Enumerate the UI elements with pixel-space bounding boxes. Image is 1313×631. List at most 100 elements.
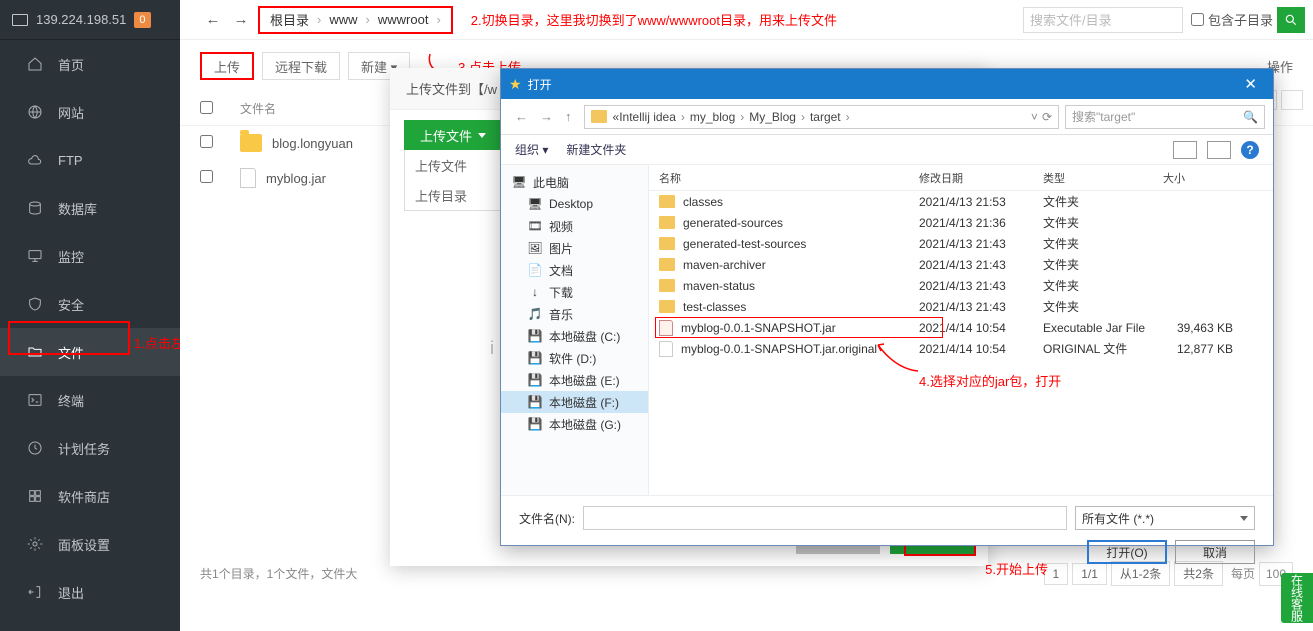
filter-select[interactable]: 所有文件 (*.*) (1075, 506, 1255, 530)
sidebar-item-db[interactable]: 数据库 (0, 184, 180, 232)
sidebar-item-gear[interactable]: 面板设置 (0, 520, 180, 568)
breadcrumb[interactable]: 根目录›www›wwwroot› (258, 6, 453, 34)
filename-input[interactable] (583, 506, 1067, 530)
row-name: maven-archiver (683, 258, 766, 272)
file-open-dialog: ★ 打开 ✕ ← → ↑ « Intellij idea›my_blog›My_… (500, 68, 1274, 546)
preview-icon[interactable] (1207, 141, 1231, 159)
upload-type-select[interactable]: 上传文件 (404, 120, 502, 150)
path-seg[interactable]: target (810, 110, 841, 124)
notify-badge[interactable]: 0 (134, 12, 150, 28)
annotation-2: 2.切换目录，这里我切换到了www/wwwroot目录，用来上传文件 (471, 10, 837, 29)
path-bar[interactable]: « Intellij idea›my_blog›My_Blog›target› … (584, 105, 1060, 129)
include-subdir-checkbox[interactable]: 包含子目录 (1191, 10, 1273, 29)
path-seg[interactable]: My_Blog (749, 110, 796, 124)
tree-item[interactable]: 💾本地磁盘 (E:) (501, 369, 648, 391)
db-icon (26, 199, 44, 217)
list-columns: 名称 修改日期 类型 大小 (649, 165, 1273, 191)
globe-icon (26, 103, 44, 121)
row-type: Executable Jar File (1043, 321, 1163, 335)
path-seg[interactable]: my_blog (690, 110, 735, 124)
grid-view-icon[interactable] (1281, 90, 1303, 110)
nav-forward[interactable]: → (228, 7, 254, 33)
path-seg[interactable]: Intellij idea (619, 110, 676, 124)
dialog-file-list: 名称 修改日期 类型 大小 classes2021/4/13 21:53文件夹g… (649, 165, 1273, 495)
sidebar-item-logout[interactable]: 退出 (0, 568, 180, 616)
row-checkbox[interactable] (200, 135, 213, 148)
float-help-button[interactable]: 在线客服 (1281, 573, 1313, 623)
row-name: maven-status (683, 279, 755, 293)
tree-item[interactable]: 💾本地磁盘 (C:) (501, 325, 648, 347)
tree-item[interactable]: 🎞视频 (501, 215, 648, 237)
row-checkbox[interactable] (200, 170, 213, 183)
chevron-right-icon: › (796, 110, 810, 124)
view-icon[interactable] (1173, 141, 1197, 159)
upload-button[interactable]: 上传 (200, 52, 254, 80)
sidebar-item-monitor[interactable]: 监控 (0, 232, 180, 280)
upload-option-dir[interactable]: 上传目录 (405, 180, 501, 210)
dialog-search-input[interactable]: 搜索"target"🔍 (1065, 105, 1265, 129)
list-row[interactable]: test-classes2021/4/13 21:43文件夹 (649, 296, 1273, 317)
open-button[interactable]: 打开(O) (1087, 540, 1167, 564)
chevron-right-icon: › (676, 110, 690, 124)
tree-item[interactable]: 💾本地磁盘 (G:) (501, 413, 648, 435)
logout-icon (26, 583, 44, 601)
row-type: 文件夹 (1043, 298, 1163, 315)
sidebar-item-globe[interactable]: 网站 (0, 88, 180, 136)
breadcrumb-seg[interactable]: wwwroot (374, 12, 433, 27)
sidebar-item-label: 计划任务 (58, 439, 110, 458)
list-row[interactable]: classes2021/4/13 21:53文件夹 (649, 191, 1273, 212)
sidebar-item-home[interactable]: 首页 (0, 40, 180, 88)
col-name[interactable]: 名称 (649, 170, 919, 186)
tree-item[interactable]: 🖼图片 (501, 237, 648, 259)
remote-download-button[interactable]: 远程下载 (262, 52, 340, 80)
organize-button[interactable]: 组织 ▾ (515, 141, 548, 158)
clock-icon (26, 439, 44, 457)
upload-option-file[interactable]: 上传文件 (405, 150, 501, 180)
nav-forward-icon[interactable]: → (534, 109, 559, 124)
row-type: 文件夹 (1043, 256, 1163, 273)
dialog-titlebar[interactable]: ★ 打开 ✕ (501, 69, 1273, 99)
sidebar-item-cloud[interactable]: FTP (0, 136, 180, 184)
list-row[interactable]: generated-test-sources2021/4/13 21:43文件夹 (649, 233, 1273, 254)
breadcrumb-seg[interactable]: www (325, 12, 361, 27)
list-row[interactable]: maven-status2021/4/13 21:43文件夹 (649, 275, 1273, 296)
col-type[interactable]: 类型 (1043, 170, 1163, 186)
sidebar-header: 139.224.198.51 0 (0, 0, 180, 40)
sidebar-item-clock[interactable]: 计划任务 (0, 424, 180, 472)
column-name[interactable]: 文件名 (240, 100, 276, 117)
help-icon[interactable]: ? (1241, 141, 1259, 159)
nav-back-icon[interactable]: ← (509, 109, 534, 124)
sidebar-item-grid[interactable]: 软件商店 (0, 472, 180, 520)
file-name: blog.longyuan (272, 136, 353, 151)
row-date: 2021/4/13 21:53 (919, 195, 1043, 209)
dropdown-icon[interactable]: ˅ (1031, 110, 1038, 124)
tree-item[interactable]: 📄文档 (501, 259, 648, 281)
cancel-button[interactable]: 取消 (1175, 540, 1255, 564)
close-icon[interactable]: ✕ (1236, 75, 1265, 93)
row-icon (659, 279, 675, 292)
list-row[interactable]: maven-archiver2021/4/13 21:43文件夹 (649, 254, 1273, 275)
sidebar-item-label: 退出 (58, 583, 84, 602)
annotation-4: 4.选择对应的jar包，打开 (919, 371, 1061, 390)
tree-item[interactable]: 💾软件 (D:) (501, 347, 648, 369)
new-folder-button[interactable]: 新建文件夹 (566, 141, 626, 158)
select-all-checkbox[interactable] (200, 101, 213, 114)
list-row[interactable]: generated-sources2021/4/13 21:36文件夹 (649, 212, 1273, 233)
col-date[interactable]: 修改日期 (919, 170, 1043, 186)
folder-icon (591, 110, 607, 123)
tree-item[interactable]: 💾本地磁盘 (F:) (501, 391, 648, 413)
server-ip: 139.224.198.51 (36, 12, 126, 27)
search-input[interactable]: 搜索文件/目录 (1023, 7, 1183, 33)
col-size[interactable]: 大小 (1163, 170, 1243, 186)
tree-item[interactable]: 🖥此电脑 (501, 171, 648, 193)
refresh-icon[interactable]: ⟳ (1042, 110, 1052, 124)
search-button[interactable] (1277, 7, 1305, 33)
tree-item[interactable]: 🎵音乐 (501, 303, 648, 325)
breadcrumb-seg[interactable]: 根目录 (266, 10, 313, 29)
list-row[interactable]: myblog-0.0.1-SNAPSHOT.jar.original2021/4… (649, 338, 1273, 359)
tree-item[interactable]: ↓下载 (501, 281, 648, 303)
tree-item[interactable]: 🖥Desktop (501, 193, 648, 215)
sidebar-item-terminal[interactable]: 终端 (0, 376, 180, 424)
nav-back[interactable]: ← (200, 7, 226, 33)
nav-up-icon[interactable]: ↑ (559, 109, 578, 124)
